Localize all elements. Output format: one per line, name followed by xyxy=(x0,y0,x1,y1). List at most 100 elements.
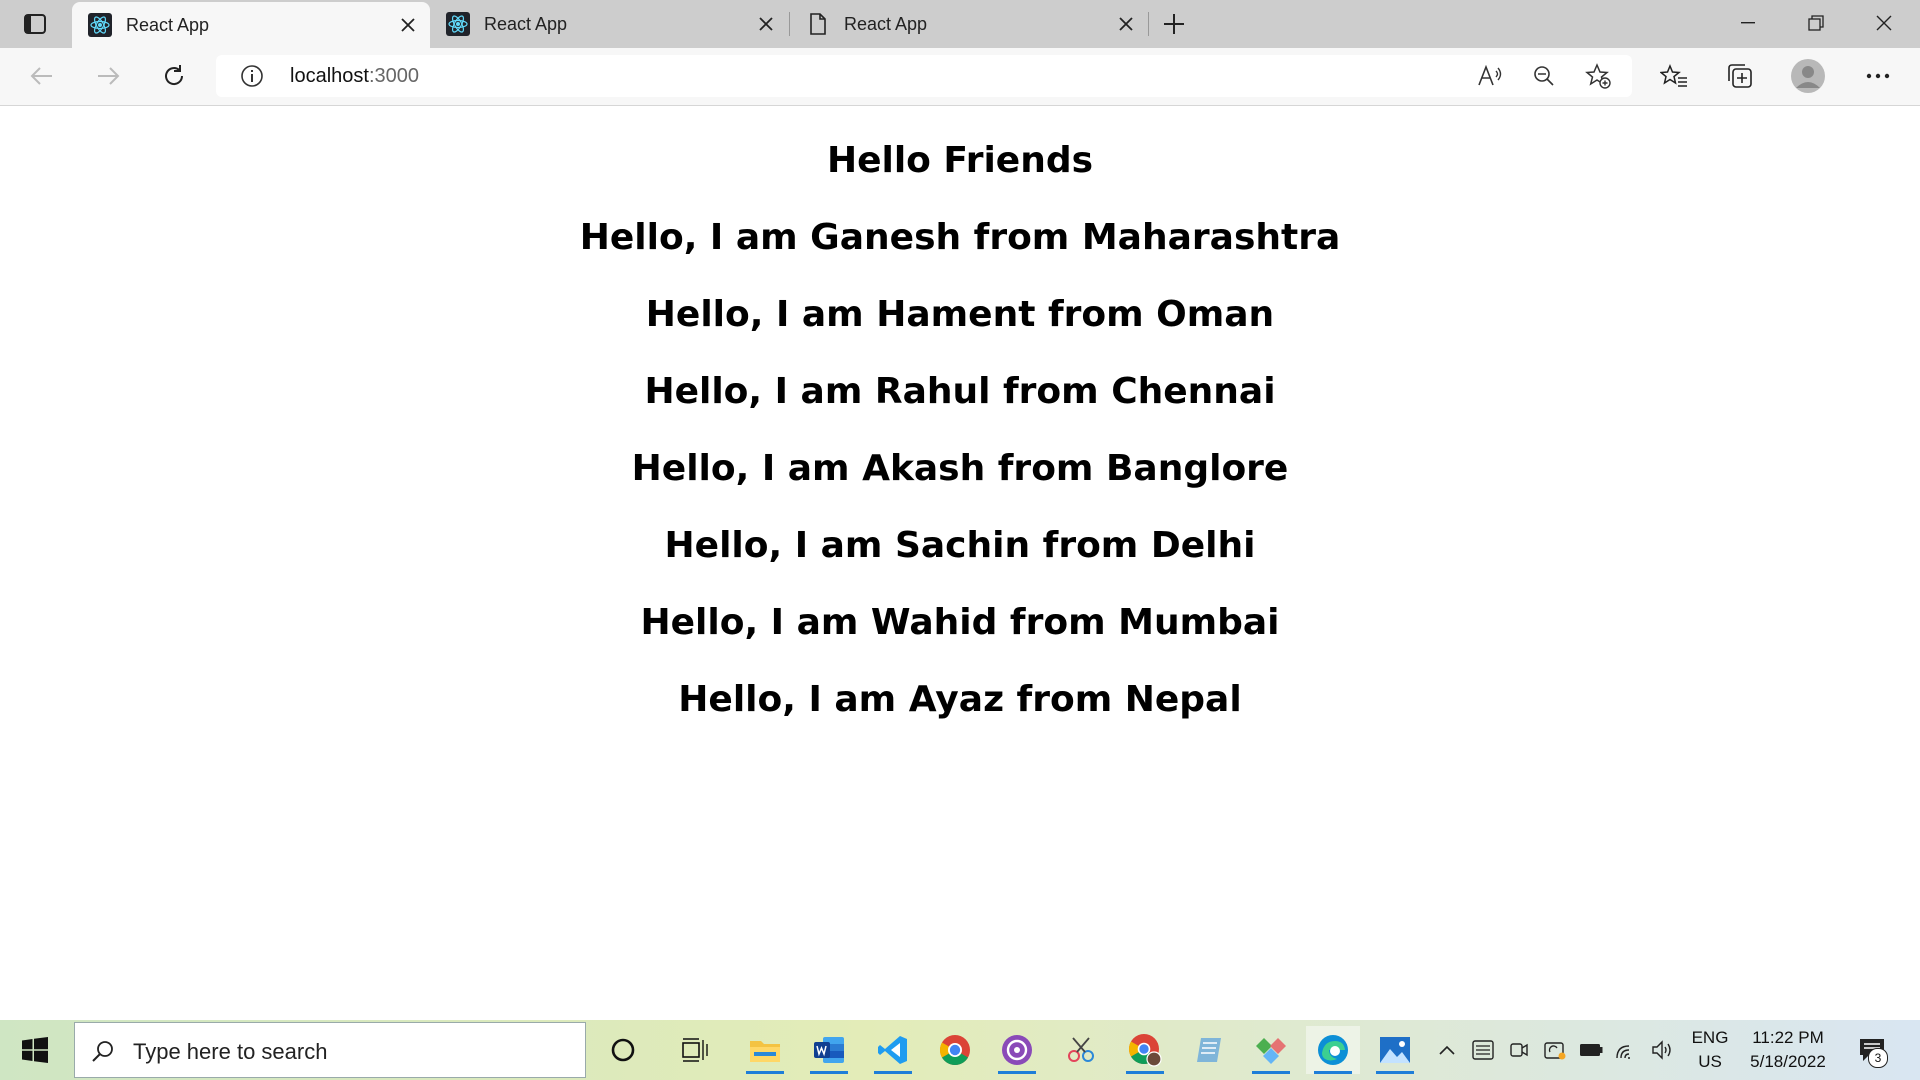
tray-settings-tool[interactable] xyxy=(1468,1034,1498,1066)
zoom-out-icon xyxy=(1534,66,1554,86)
restore-button[interactable] xyxy=(1782,0,1850,46)
photos-app[interactable] xyxy=(1368,1026,1422,1074)
new-tab-button[interactable] xyxy=(1156,8,1192,40)
greeting-line: Hello, I am Rahul from Chennai xyxy=(644,371,1276,412)
read-aloud-button[interactable] xyxy=(1474,61,1506,91)
close-window-button[interactable] xyxy=(1850,0,1918,46)
windows-logo-icon xyxy=(22,1037,48,1063)
refresh-button[interactable] xyxy=(154,58,194,94)
settings-more-button[interactable] xyxy=(1858,58,1898,94)
chrome-profile-app[interactable] xyxy=(1118,1026,1172,1074)
plus-icon xyxy=(1164,14,1184,34)
notepad-app[interactable] xyxy=(1182,1026,1236,1074)
running-indicator xyxy=(810,1071,848,1074)
tab-react-app-3[interactable]: React App xyxy=(790,0,1148,48)
running-indicator xyxy=(874,1071,912,1074)
edge-icon xyxy=(1318,1035,1348,1065)
favorites-icon xyxy=(1660,64,1687,87)
search-placeholder: Type here to search xyxy=(133,1039,328,1064)
forward-arrow-icon xyxy=(98,67,120,85)
edge-app[interactable] xyxy=(1306,1026,1360,1074)
tab-actions-button[interactable] xyxy=(17,10,53,38)
taskbar-search-box[interactable]: Type here to search xyxy=(74,1022,586,1078)
chrome-app[interactable] xyxy=(928,1026,982,1074)
task-view-button[interactable] xyxy=(668,1026,722,1074)
show-hidden-icons-button[interactable] xyxy=(1432,1034,1462,1066)
volume-control[interactable] xyxy=(1648,1034,1678,1066)
running-indicator xyxy=(1376,1071,1414,1074)
star-add-icon xyxy=(1585,63,1611,89)
running-indicator xyxy=(998,1071,1036,1074)
favorites-button[interactable] xyxy=(1654,58,1694,94)
notepad-icon xyxy=(1197,1038,1221,1062)
tray-sync-tool[interactable] xyxy=(1540,1034,1570,1066)
battery-status[interactable] xyxy=(1576,1034,1606,1066)
tab-react-app-2[interactable]: React App xyxy=(430,0,788,48)
running-indicator xyxy=(1314,1071,1352,1074)
url-port: :3000 xyxy=(368,65,419,87)
running-indicator xyxy=(746,1071,784,1074)
snipping-tool-app[interactable] xyxy=(1054,1026,1108,1074)
region-code: US xyxy=(1698,1052,1722,1071)
chevron-up-icon xyxy=(1439,1045,1455,1055)
greeting-line: Hello, I am Wahid from Mumbai xyxy=(640,602,1280,643)
address-bar[interactable]: localhost:3000 xyxy=(216,55,1632,97)
vscode-app[interactable] xyxy=(866,1026,920,1074)
chrome-icon xyxy=(939,1035,970,1065)
input-language[interactable]: ENG US xyxy=(1690,1026,1730,1074)
back-button[interactable] xyxy=(22,58,62,94)
action-center-button[interactable]: 3 xyxy=(1852,1030,1892,1070)
tab-strip: React App React App React App xyxy=(0,0,1920,48)
close-tab-icon[interactable] xyxy=(396,13,420,37)
browser-toolbar: localhost:3000 xyxy=(0,48,1920,106)
add-favorite-button[interactable] xyxy=(1582,61,1614,91)
read-aloud-icon xyxy=(1478,65,1502,86)
tray-camera-tool[interactable] xyxy=(1504,1034,1534,1066)
word-icon xyxy=(814,1037,844,1063)
react-logo-icon xyxy=(88,13,112,37)
meet-now-icon xyxy=(1510,1043,1528,1057)
github-desktop-app[interactable] xyxy=(990,1026,1044,1074)
photos-icon xyxy=(1380,1037,1410,1063)
file-explorer-app[interactable] xyxy=(738,1026,792,1074)
greeting-line: Hello, I am Ayaz from Nepal xyxy=(678,679,1242,720)
minimize-button[interactable] xyxy=(1714,0,1782,46)
sync-icon xyxy=(1544,1042,1566,1060)
close-tab-icon[interactable] xyxy=(754,12,778,36)
zoom-out-button[interactable] xyxy=(1528,61,1560,91)
chrome-profile-icon xyxy=(1128,1034,1162,1067)
tab-react-app-1[interactable]: React App xyxy=(72,2,430,48)
clock-date: 5/18/2022 xyxy=(1750,1052,1826,1071)
start-button[interactable] xyxy=(0,1020,70,1080)
greeting-line: Hello, I am Akash from Banglore xyxy=(631,448,1289,489)
scissors-icon xyxy=(1068,1037,1094,1062)
avatar-icon xyxy=(1791,59,1825,93)
greeting-line: Hello, I am Sachin from Delhi xyxy=(664,525,1256,566)
git-tool-app[interactable] xyxy=(1244,1026,1298,1074)
profile-button[interactable] xyxy=(1788,58,1828,94)
site-info-icon[interactable] xyxy=(240,64,264,88)
refresh-icon xyxy=(165,65,184,85)
tab-title: React App xyxy=(126,14,210,35)
network-status[interactable] xyxy=(1612,1034,1642,1066)
diamond-tool-icon xyxy=(1256,1038,1286,1064)
more-dots-icon xyxy=(1866,73,1890,79)
document-icon xyxy=(806,12,830,36)
back-arrow-icon xyxy=(30,67,52,85)
notification-count-badge: 3 xyxy=(1868,1048,1888,1068)
forward-button[interactable] xyxy=(88,58,128,94)
close-tab-icon[interactable] xyxy=(1114,12,1138,36)
wifi-icon xyxy=(1616,1045,1630,1059)
collections-button[interactable] xyxy=(1720,58,1760,94)
word-app[interactable] xyxy=(802,1026,856,1074)
cortana-button[interactable] xyxy=(596,1026,650,1074)
taskbar-clock[interactable]: 11:22 PM 5/18/2022 xyxy=(1740,1026,1836,1074)
url-text: localhost:3000 xyxy=(290,65,419,88)
file-explorer-icon xyxy=(750,1041,780,1062)
taskbar: Type here to search ENG US 11:22 PM 5/18… xyxy=(0,1020,1920,1080)
tab-separator xyxy=(1148,12,1149,36)
tab-title: React App xyxy=(844,13,928,34)
react-logo-icon xyxy=(446,12,470,36)
battery-icon xyxy=(1580,1044,1603,1056)
running-indicator xyxy=(1252,1071,1290,1074)
